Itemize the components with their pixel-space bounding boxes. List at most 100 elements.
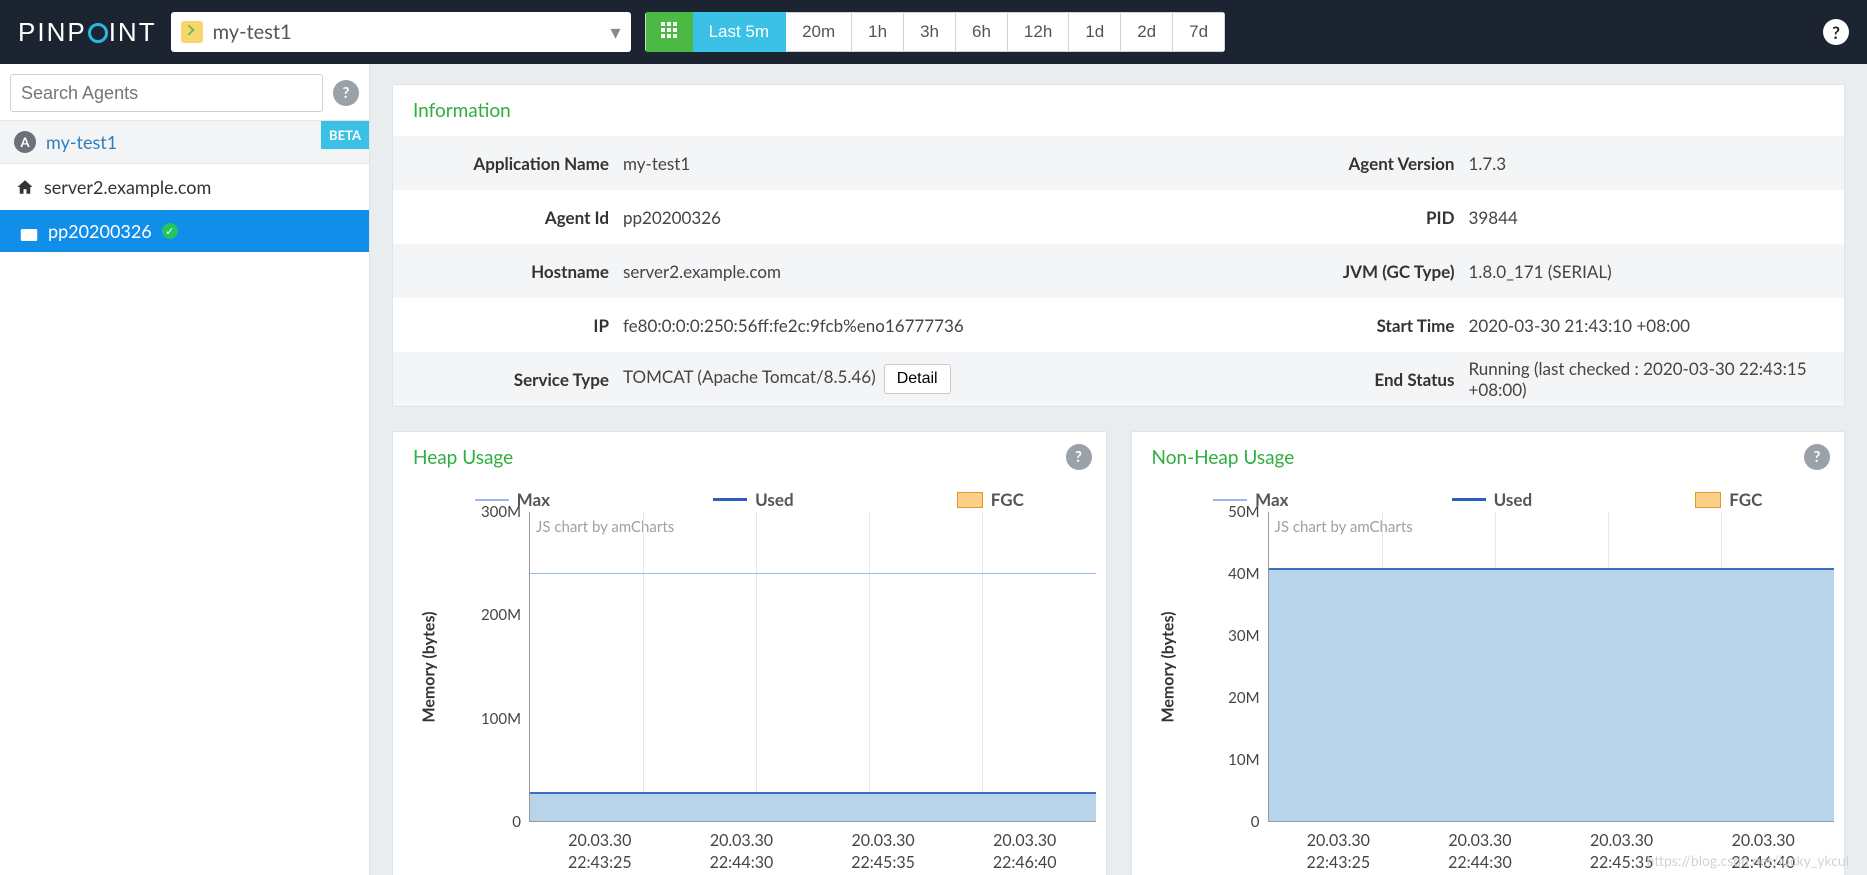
logo-o-icon (88, 23, 108, 43)
y-tick: 0 (512, 813, 521, 831)
search-agents-input[interactable] (10, 74, 323, 112)
info-label: End Status (1119, 369, 1469, 390)
time-range-3h[interactable]: 3h (904, 12, 956, 52)
legend-max-label: Max (1255, 489, 1288, 510)
legend-used-swatch (713, 498, 747, 501)
info-label: Agent Id (393, 207, 623, 228)
series-used (1269, 568, 1835, 821)
time-range-20m[interactable]: 20m (786, 12, 852, 52)
sidebar-app-header[interactable]: A my-test1 BETA (0, 120, 369, 164)
time-range-group: Last 5m20m1h3h6h12h1d2d7d (645, 12, 1225, 52)
app-badge-icon: A (14, 131, 36, 153)
y-tick: 40M (1228, 565, 1259, 583)
sidebar-app-link[interactable]: my-test1 (46, 131, 117, 153)
legend-fgc-label: FGC (1729, 489, 1762, 510)
x-tick: 20.03.3022:43:25 (529, 830, 671, 873)
main-content: Information Application Namemy-test1Agen… (370, 64, 1867, 875)
time-range-2d[interactable]: 2d (1121, 12, 1173, 52)
heap-usage-panel: Heap Usage? Max Used FGC Memory (bytes) … (392, 431, 1107, 875)
sidebar: ? A my-test1 BETA server2.example.com pp… (0, 64, 370, 875)
time-range-12h[interactable]: 12h (1008, 12, 1069, 52)
application-selector-value: my-test1 (213, 20, 292, 44)
x-tick: 20.03.3022:45:35 (812, 830, 954, 873)
legend-used-swatch (1452, 498, 1486, 501)
time-range-1d[interactable]: 1d (1069, 12, 1121, 52)
search-help-button[interactable]: ? (333, 80, 359, 106)
help-button[interactable]: ? (1823, 19, 1849, 45)
application-selector[interactable]: my-test1 ▾ (171, 12, 631, 52)
grid-icon (660, 21, 678, 39)
home-icon (16, 178, 34, 196)
info-value: server2.example.com (623, 261, 1119, 282)
x-tick: 20.03.3022:43:25 (1268, 830, 1410, 873)
heap-help-button[interactable]: ? (1066, 444, 1092, 470)
legend-fgc-label: FGC (991, 489, 1024, 510)
info-label: Agent Version (1119, 153, 1469, 174)
info-value: TOMCAT (Apache Tomcat/8.5.46)Detail (623, 364, 1119, 394)
y-tick: 30M (1228, 627, 1259, 645)
time-range-7d[interactable]: 7d (1173, 12, 1225, 52)
info-value: 2020-03-30 21:43:10 +08:00 (1469, 315, 1845, 336)
info-value: my-test1 (623, 153, 1119, 174)
heap-usage-title: Heap Usage (413, 446, 513, 469)
y-tick: 0 (1251, 813, 1260, 831)
info-value: 1.7.3 (1469, 153, 1845, 174)
legend-max-swatch (475, 499, 509, 501)
legend-max-swatch (1213, 499, 1247, 501)
series-used (530, 792, 1096, 821)
y-tick: 300M (481, 503, 521, 521)
time-range-last5m[interactable]: Last 5m (693, 12, 786, 52)
sidebar-server-row[interactable]: server2.example.com (0, 164, 369, 210)
info-value: pp20200326 (623, 207, 1119, 228)
info-value: fe80:0:0:0:250:56ff:fe2c:9fcb%eno1677773… (623, 315, 1119, 336)
y-tick: 10M (1228, 751, 1259, 769)
x-tick: 20.03.3022:44:30 (1409, 830, 1551, 873)
legend-max-label: Max (517, 489, 550, 510)
info-label: PID (1119, 207, 1469, 228)
info-label: Application Name (393, 153, 623, 174)
service-detail-button[interactable]: Detail (884, 364, 951, 394)
y-tick: 50M (1228, 503, 1259, 521)
info-value: Running (last checked : 2020-03-30 22:43… (1469, 358, 1845, 400)
watermark: https://blog.csdn.net/lucky_ykcul (1647, 852, 1849, 869)
y-tick: 200M (481, 606, 521, 624)
chart-credit: JS chart by amCharts (536, 518, 674, 536)
nonheap-ylabel: Memory (bytes) (1158, 611, 1177, 722)
legend-fgc-swatch (957, 492, 983, 508)
info-value: 1.8.0_171 (SERIAL) (1469, 261, 1845, 282)
tomcat-icon (181, 21, 203, 43)
nonheap-usage-title: Non-Heap Usage (1152, 446, 1295, 469)
info-label: Hostname (393, 261, 623, 282)
y-tick: 20M (1228, 689, 1259, 707)
sidebar-server-label: server2.example.com (44, 176, 211, 198)
time-range-6h[interactable]: 6h (956, 12, 1008, 52)
sidebar-agent-row[interactable]: pp20200326 ✓ (0, 210, 369, 252)
nonheap-usage-panel: Non-Heap Usage? Max Used FGC Memory (byt… (1131, 431, 1846, 875)
info-label: IP (393, 315, 623, 336)
chevron-down-icon: ▾ (611, 20, 621, 44)
information-title: Information (393, 85, 1844, 136)
top-nav: PINPINT my-test1 ▾ Last 5m20m1h3h6h12h1d… (0, 0, 1867, 64)
x-tick: 20.03.3022:44:30 (671, 830, 813, 873)
time-range-1h[interactable]: 1h (852, 12, 904, 52)
layout-grid-button[interactable] (645, 12, 693, 52)
heap-ylabel: Memory (bytes) (420, 611, 439, 722)
y-tick: 100M (481, 710, 521, 728)
chart-credit: JS chart by amCharts (1275, 518, 1413, 536)
legend-used-label: Used (1494, 489, 1532, 510)
disk-icon (20, 224, 38, 238)
series-max (530, 573, 1096, 574)
info-value: 39844 (1469, 207, 1845, 228)
legend-fgc-swatch (1695, 492, 1721, 508)
legend-used-label: Used (755, 489, 793, 510)
info-label: Start Time (1119, 315, 1469, 336)
sidebar-agent-label: pp20200326 (48, 220, 152, 242)
info-label: Service Type (393, 369, 623, 390)
information-panel: Information Application Namemy-test1Agen… (392, 84, 1845, 407)
beta-badge: BETA (321, 121, 369, 149)
status-ok-icon: ✓ (162, 223, 178, 239)
nonheap-help-button[interactable]: ? (1804, 444, 1830, 470)
nonheap-plot[interactable]: JS chart by amCharts (1268, 512, 1835, 822)
brand-logo: PINPINT (18, 17, 157, 48)
heap-plot[interactable]: JS chart by amCharts (529, 512, 1096, 822)
